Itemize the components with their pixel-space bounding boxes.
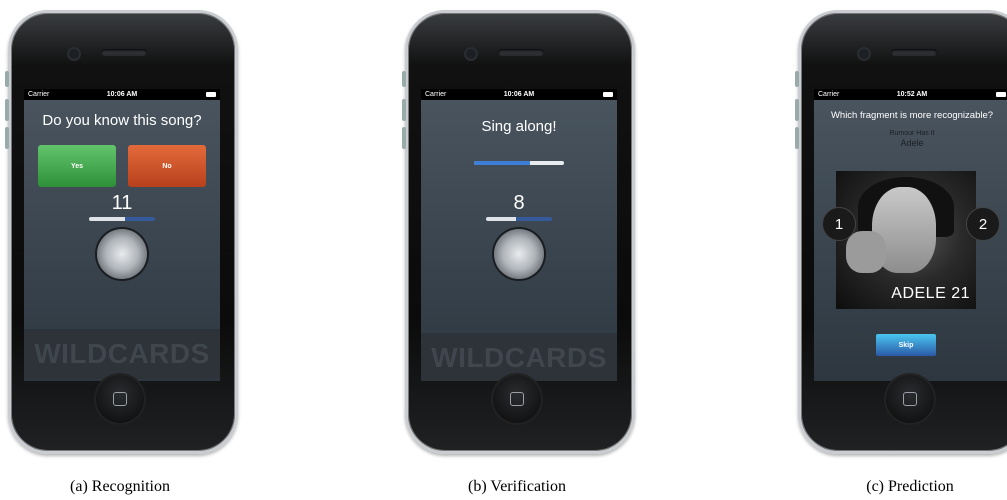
song-title: Rumour Has It xyxy=(889,130,935,137)
battery-icon xyxy=(603,92,613,97)
phone-frame: Carrier 10:06 AM Sing along! 8 0 WILDCAR… xyxy=(402,10,635,454)
countdown-counter: 8 xyxy=(513,192,525,214)
screen: Carrier 10:06 AM Sing along! 8 0 WILDCAR… xyxy=(421,89,617,381)
status-time: 10:06 AM xyxy=(503,91,535,98)
yes-button[interactable]: Yes xyxy=(38,145,116,187)
home-icon xyxy=(903,392,917,406)
fragment-1-button[interactable]: 1 xyxy=(822,207,856,241)
page-title: Which fragment is more recognizable? xyxy=(830,110,994,121)
no-button[interactable]: No xyxy=(128,145,206,187)
phone-frame: Carrier 10:06 AM Do you know this song? … xyxy=(5,10,238,454)
figure-caption: (a) Recognition xyxy=(70,478,170,495)
camera-icon xyxy=(466,49,476,59)
panel-recognition: Carrier 10:06 AM Do you know this song? … xyxy=(0,0,240,500)
status-bar: Carrier 10:06 AM xyxy=(24,89,220,100)
page-title: Do you know this song? xyxy=(42,112,202,129)
skip-button[interactable]: Skip xyxy=(876,334,936,356)
home-icon xyxy=(113,392,127,406)
speaker-grille xyxy=(498,49,544,56)
time-slider[interactable] xyxy=(486,217,552,221)
camera-icon xyxy=(69,49,79,59)
home-icon xyxy=(510,392,524,406)
phone-frame: Carrier 10:52 AM Which fragment is more … xyxy=(795,10,1007,454)
status-bar: Carrier 10:52 AM xyxy=(814,89,1007,100)
wildcards-watermark: WILDCARDS xyxy=(24,329,220,379)
figure-caption: (c) Prediction xyxy=(866,478,954,495)
panel-prediction: Carrier 10:52 AM Which fragment is more … xyxy=(790,0,1007,500)
speaker-grille xyxy=(101,49,147,56)
figure-caption: (b) Verification xyxy=(468,478,566,495)
screen: Carrier 10:06 AM Do you know this song? … xyxy=(24,89,220,381)
home-button[interactable] xyxy=(886,375,934,423)
album-cover: ADELE 21 xyxy=(836,171,976,309)
status-time: 10:06 AM xyxy=(106,91,138,98)
battery-icon xyxy=(996,92,1006,97)
battery-icon xyxy=(206,92,216,97)
home-button[interactable] xyxy=(493,375,541,423)
page-title: Sing along! xyxy=(481,118,557,135)
status-bar: Carrier 10:06 AM xyxy=(421,89,617,100)
panel-verification: Carrier 10:06 AM Sing along! 8 0 WILDCAR… xyxy=(397,0,637,500)
album-cover-text: ADELE 21 xyxy=(891,285,970,302)
screen: Carrier 10:52 AM Which fragment is more … xyxy=(814,89,1007,381)
status-time: 10:52 AM xyxy=(896,91,928,98)
wildcards-watermark: WILDCARDS xyxy=(421,333,617,381)
time-slider[interactable] xyxy=(89,217,155,221)
volume-knob[interactable] xyxy=(97,229,147,279)
countdown-counter: 11 xyxy=(111,192,133,214)
volume-knob[interactable] xyxy=(494,229,544,279)
fragment-2-button[interactable]: 2 xyxy=(966,207,1000,241)
artist-name: Adele xyxy=(900,138,924,148)
singing-progress-bar xyxy=(474,161,564,165)
home-button[interactable] xyxy=(96,375,144,423)
speaker-grille xyxy=(891,49,937,56)
camera-icon xyxy=(859,49,869,59)
